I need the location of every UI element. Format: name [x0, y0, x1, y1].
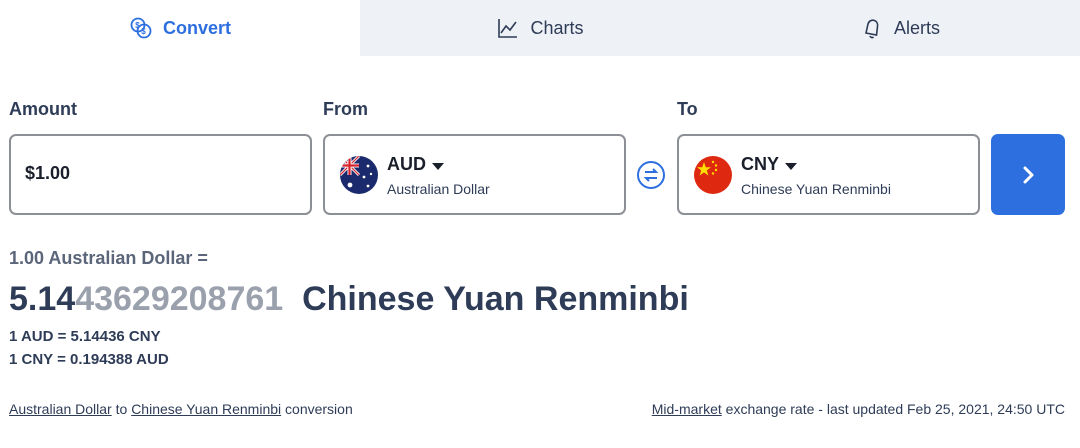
caret-down-icon — [432, 162, 444, 170]
svg-text:$: $ — [141, 27, 146, 36]
to-currency-code: CNY — [741, 154, 798, 175]
result-value-main: 5.14 — [9, 280, 76, 318]
result-to-currency: Chinese Yuan Renminbi — [302, 280, 689, 318]
australia-flag-icon — [340, 156, 378, 194]
rate-forward: 1 AUD = 5.14436 CNY — [9, 328, 161, 345]
from-currency-select[interactable]: AUD Australian Dollar — [323, 134, 626, 215]
tab-charts[interactable]: Charts — [360, 0, 720, 56]
tab-convert-label: Convert — [162, 17, 231, 38]
from-currency-name: Australian Dollar — [387, 181, 490, 197]
chart-line-icon — [496, 16, 520, 40]
rate-reverse: 1 CNY = 0.194388 AUD — [9, 351, 169, 368]
from-label: From — [323, 99, 368, 119]
conversion-word: conversion — [285, 401, 353, 417]
to-currency-name: Chinese Yuan Renminbi — [741, 181, 891, 197]
tab-convert[interactable]: $ $ Convert — [0, 0, 360, 56]
to-currency-select[interactable]: CNY Chinese Yuan Renminbi — [677, 134, 980, 215]
from-code-text: AUD — [387, 154, 426, 174]
result-value-rest: 43629208761 — [75, 280, 284, 318]
mid-market-link[interactable]: Mid-market — [652, 401, 722, 417]
to-label: To — [677, 99, 698, 119]
to-code-text: CNY — [741, 154, 780, 174]
tab-bar: $ $ Convert Charts Alerts — [0, 0, 1080, 56]
last-updated-note: Mid-market exchange rate - last updated … — [652, 401, 1065, 417]
amount-field-box — [9, 134, 312, 215]
amount-input[interactable] — [25, 163, 295, 184]
tab-alerts-label: Alerts — [893, 17, 940, 38]
tab-alerts[interactable]: Alerts — [720, 0, 1080, 56]
result-converted-amount: 5.1443629208761 Chinese Yuan Renminbi — [9, 280, 689, 319]
result-from-amount: 1.00 Australian Dollar = — [9, 248, 208, 268]
coins-icon: $ $ — [129, 16, 153, 40]
caret-down-icon — [785, 162, 798, 170]
to-word: to — [115, 401, 128, 417]
conversion-caption: Australian Dollar to Chinese Yuan Renmin… — [9, 401, 353, 417]
svg-text:$: $ — [135, 21, 140, 30]
last-updated-text: exchange rate - last updated Feb 25, 202… — [725, 401, 1065, 417]
amount-label: Amount — [9, 99, 77, 119]
chevron-right-icon — [1023, 166, 1034, 183]
convert-submit-button[interactable] — [991, 134, 1065, 215]
china-flag-icon — [694, 156, 732, 194]
from-currency-link[interactable]: Australian Dollar — [9, 401, 112, 417]
from-currency-code: AUD — [387, 154, 444, 175]
bell-icon — [860, 16, 884, 40]
tab-charts-label: Charts — [530, 17, 584, 38]
swap-icon[interactable] — [636, 160, 666, 190]
to-currency-link[interactable]: Chinese Yuan Renminbi — [131, 401, 281, 417]
